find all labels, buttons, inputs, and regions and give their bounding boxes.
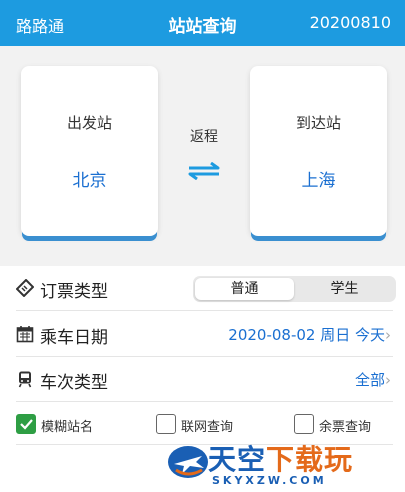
ticket-type-option-regular[interactable]: 普通 <box>195 278 294 300</box>
ticket-type-row: 订票类型 普通 学生 <box>16 266 396 311</box>
departure-label: 出发站 <box>66 114 112 132</box>
header-date: 20200810 <box>309 13 391 32</box>
online-query-label: 联网查询 <box>181 420 234 435</box>
chevron-right-icon: › <box>385 326 391 344</box>
train-icon <box>18 371 32 388</box>
checkbox-unchecked-icon <box>294 414 314 434</box>
checkbox-unchecked-icon <box>156 414 176 434</box>
checkbox-checked-icon <box>16 414 36 434</box>
calendar-icon <box>16 326 34 343</box>
train-type-value: 全部› <box>354 371 391 389</box>
swap-control: 返程 <box>160 126 248 180</box>
app-name[interactable]: 路路通 <box>16 13 64 37</box>
app-header: 路路通 站站查询 20200810 <box>0 0 405 46</box>
arrival-station-card[interactable]: 到达站 上海 <box>250 66 387 236</box>
train-type-row[interactable]: 车次类型 全部› <box>16 357 393 402</box>
ticket-icon <box>16 279 34 297</box>
round-trip-label[interactable]: 返程 <box>160 126 248 146</box>
watermark-title: 天空下载玩 <box>208 443 354 476</box>
travel-date-row[interactable]: 乘车日期 2020-08-02 周日 今天› <box>16 312 393 357</box>
page-title: 站站查询 <box>168 17 237 37</box>
travel-date-label: 乘车日期 <box>40 328 108 348</box>
ticket-type-segmented-control: 普通 学生 <box>193 276 396 302</box>
train-type-label: 车次类型 <box>40 373 108 393</box>
travel-date-value: 2020-08-02 周日 今天› <box>228 326 391 344</box>
airplane-logo-icon <box>168 446 208 478</box>
chevron-right-icon: › <box>385 371 391 389</box>
fuzzy-station-label: 模糊站名 <box>41 420 94 435</box>
watermark-domain: SKYXZW.COM <box>212 474 327 487</box>
departure-city: 北京 <box>72 171 107 191</box>
ticket-type-option-student[interactable]: 学生 <box>295 278 394 300</box>
station-selector: 出发站 北京 返程 到达站 上海 <box>0 46 405 266</box>
remaining-tickets-label: 余票查询 <box>319 420 372 435</box>
ticket-type-label: 订票类型 <box>40 282 108 302</box>
departure-station-card[interactable]: 出发站 北京 <box>21 66 158 236</box>
arrival-city: 上海 <box>301 171 336 191</box>
site-watermark: 天空下载玩 SKYXZW.COM <box>160 438 400 492</box>
swap-arrows-icon[interactable] <box>185 162 223 180</box>
arrival-label: 到达站 <box>295 114 341 132</box>
